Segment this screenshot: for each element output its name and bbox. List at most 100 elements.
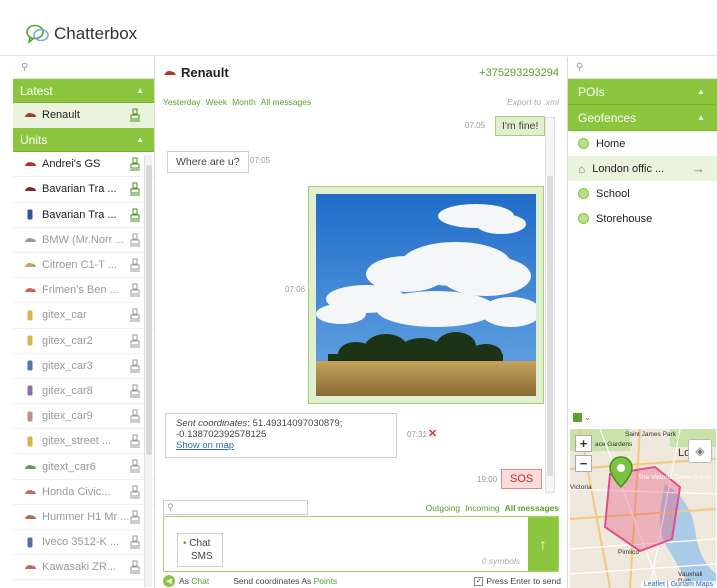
- collapse-icon: ▲: [136, 135, 144, 145]
- mode-option-chat[interactable]: • Chat: [183, 537, 217, 550]
- layers-icon[interactable]: ◈: [688, 439, 712, 463]
- latest-item-renault[interactable]: Renault: [13, 103, 154, 129]
- send-coords-link[interactable]: Points: [314, 576, 338, 586]
- zoom-in-button[interactable]: +: [575, 435, 592, 452]
- map-label: Saint James Park: [625, 431, 676, 438]
- filter-all-messages[interactable]: All messages: [261, 97, 312, 107]
- geofence-item-school[interactable]: School: [568, 181, 717, 206]
- geofence-circle-icon: [578, 188, 589, 199]
- map-grid-icon[interactable]: [573, 413, 582, 422]
- units-panel: ⚲ Latest ▲ Renault Units ▲ Andrei's GS Ba…: [13, 57, 155, 588]
- pois-header[interactable]: POIs ▲: [568, 79, 717, 105]
- send-mode-link[interactable]: Chat: [191, 576, 209, 586]
- driver-icon: [130, 485, 140, 499]
- filter-incoming[interactable]: Incoming: [465, 503, 500, 513]
- geofence-polygon-icon: ⌂: [578, 161, 586, 176]
- filter-all[interactable]: All messages: [505, 503, 559, 513]
- driver-icon: [130, 535, 140, 549]
- unit-item[interactable]: Bavarian Tra ...: [13, 177, 154, 203]
- map-label: ace Gardens: [595, 441, 633, 448]
- message-time: 19:00: [477, 475, 498, 484]
- mode-option-sms[interactable]: SMS: [183, 550, 217, 563]
- scroll-thumb[interactable]: [146, 165, 152, 455]
- outgoing-message: I'm fine!: [495, 116, 546, 136]
- geofence-name: Home: [596, 137, 626, 150]
- unit-item[interactable]: Iveco 3512-K ...: [13, 530, 154, 556]
- filter-week[interactable]: Week: [206, 97, 228, 107]
- chat-unit-name: Renault: [181, 65, 229, 80]
- search-icon: ⚲: [167, 502, 174, 512]
- unit-item[interactable]: gitex_car2: [13, 329, 154, 354]
- message-list: 07:05 I'm fine! Where are u? 07:05 07:06: [157, 113, 557, 498]
- unit-item[interactable]: Frimen's Ben ...: [13, 278, 154, 304]
- filter-yesterday[interactable]: Yesterday: [163, 97, 201, 107]
- vehicle-icon: [23, 561, 37, 573]
- export-xml-link[interactable]: Export to .xml: [507, 97, 559, 107]
- arrow-right-icon[interactable]: →: [692, 161, 705, 176]
- places-search-input[interactable]: ⚲: [568, 57, 717, 79]
- unit-item[interactable]: gitex_car: [13, 303, 154, 329]
- show-on-map-link[interactable]: Show on map: [176, 440, 386, 451]
- filter-outgoing[interactable]: Outgoing: [426, 503, 461, 513]
- latest-header[interactable]: Latest ▲: [13, 79, 154, 103]
- geofence-name: London offic ...: [592, 162, 665, 175]
- units-header[interactable]: Units ▲: [13, 128, 154, 153]
- geofence-item-home[interactable]: Home: [568, 131, 717, 156]
- send-button[interactable]: ↑: [528, 517, 558, 571]
- map-tools: ⌄: [573, 413, 591, 422]
- units-title: Units: [20, 132, 48, 147]
- driver-icon: [130, 157, 140, 171]
- chat-scrollbar[interactable]: [545, 117, 555, 493]
- sound-icon[interactable]: ◀: [163, 575, 175, 587]
- unit-item[interactable]: Honda Civic...: [13, 480, 154, 505]
- unit-item[interactable]: Andrei's GS: [13, 152, 154, 178]
- unit-item[interactable]: Kawasaki ZR...: [13, 555, 154, 581]
- coordinates-message: Sent coordinates: 51.49314097030879; -0.…: [165, 413, 397, 458]
- driver-icon: [130, 510, 140, 524]
- driver-icon: [130, 233, 140, 247]
- unit-item[interactable]: gitext_car6: [13, 454, 154, 480]
- unit-item[interactable]: gitex_car8: [13, 379, 154, 405]
- unit-item[interactable]: gitex_car3: [13, 354, 154, 379]
- unit-item[interactable]: Citroen C1-T ...: [13, 253, 154, 279]
- latest-title: Latest: [20, 83, 53, 98]
- message-time: 07:05: [250, 156, 271, 165]
- vehicle-icon: [23, 309, 37, 321]
- failed-icon: ✕: [428, 428, 438, 440]
- search-icon: ⚲: [576, 62, 584, 73]
- units-search-input[interactable]: ⚲: [13, 57, 154, 79]
- press-enter-option[interactable]: ✓ Press Enter to send: [474, 576, 561, 586]
- vehicle-icon: [23, 209, 37, 221]
- driver-icon: [130, 434, 140, 448]
- driver-icon: [130, 409, 140, 423]
- message-time: 07:06: [285, 285, 306, 294]
- unit-item[interactable]: Bavarian Tra ...: [13, 203, 154, 228]
- driver-icon: [130, 208, 140, 222]
- geofence-item-storehouse[interactable]: Storehouse: [568, 206, 717, 231]
- units-scrollbar[interactable]: [144, 155, 152, 587]
- zoom-out-button[interactable]: −: [575, 455, 592, 472]
- map-view[interactable]: Saint James Park ace Gardens Londo The V…: [570, 429, 716, 588]
- car-icon: [23, 109, 37, 121]
- map-attribution[interactable]: Leaflet | Gurtam Maps: [640, 581, 716, 588]
- chevron-down-icon[interactable]: ⌄: [584, 413, 591, 422]
- map-label: Victoria: [570, 484, 592, 491]
- unit-item[interactable]: Hummer H1 Mr ...: [13, 505, 154, 530]
- driver-icon: [130, 384, 140, 398]
- places-panel: ⚲ POIs ▲ Geofences ▲ Home ⌂ London offic…: [567, 57, 717, 588]
- geofences-header[interactable]: Geofences ▲: [568, 105, 717, 131]
- unit-item[interactable]: gitex_car9: [13, 404, 154, 430]
- compose-options: ◀ As Chat Send coordinates As Points ✓ P…: [163, 574, 561, 588]
- message-search-input[interactable]: ⚲: [163, 500, 308, 515]
- incoming-message: Where are u?: [167, 151, 249, 173]
- send-coords-label: Send coordinates As: [233, 576, 312, 586]
- geofence-item-london-office[interactable]: ⌂ London offic ... →: [568, 156, 717, 181]
- scroll-thumb[interactable]: [547, 176, 553, 476]
- message-time: 07:05: [465, 121, 486, 130]
- photo-message[interactable]: [308, 186, 544, 404]
- chat-panel: Renault +375293293294 Yesterday Week Mon…: [157, 57, 567, 588]
- checkbox-icon[interactable]: ✓: [474, 576, 484, 586]
- unit-item[interactable]: BMW (Mr.Norr ...: [13, 228, 154, 253]
- filter-month[interactable]: Month: [232, 97, 256, 107]
- unit-item[interactable]: gitex_street ...: [13, 429, 154, 455]
